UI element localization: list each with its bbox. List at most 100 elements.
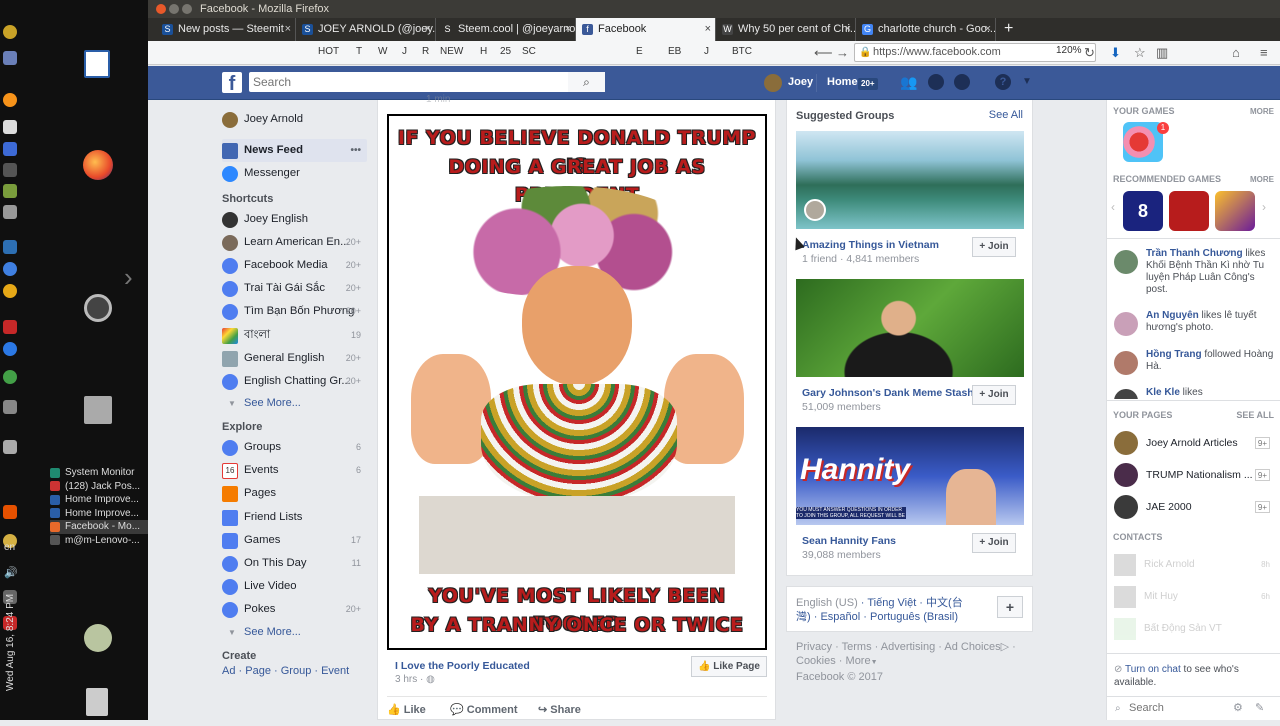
page-item[interactable]: JAE 2000 9+ — [1114, 494, 1274, 520]
bookmark-item[interactable]: 25 — [500, 46, 511, 57]
bookmark-item[interactable]: BTC — [732, 46, 752, 57]
shortcut-item[interactable]: General English 20+ — [222, 347, 367, 370]
compose-icon[interactable]: ✎ — [1255, 701, 1264, 714]
download-icon[interactable]: ⬇ — [1110, 45, 1121, 61]
see-all-pages-link[interactable]: SEE ALL — [1236, 410, 1274, 420]
launcher-app-icon[interactable] — [3, 400, 17, 414]
join-button[interactable]: + Join — [972, 237, 1016, 257]
close-icon[interactable]: × — [565, 18, 571, 41]
launcher-app-icon[interactable] — [3, 163, 17, 177]
explore-item-games[interactable]: Games 17 — [222, 529, 367, 552]
page-name-link[interactable]: I Love the Poorly Educated — [395, 660, 530, 672]
window-list-item[interactable]: System Monitor — [50, 466, 148, 480]
minimize-window-button[interactable] — [169, 4, 179, 14]
keyboard-language[interactable]: en — [4, 542, 15, 553]
close-icon[interactable]: × — [845, 18, 851, 41]
nav-messenger[interactable]: Messenger — [222, 162, 367, 185]
create-event-link[interactable]: Event — [321, 665, 349, 677]
bookmark-item[interactable]: R — [422, 46, 429, 57]
contact-item[interactable]: Rick Arnold 8h — [1114, 552, 1274, 578]
launcher-app-icon[interactable] — [3, 284, 17, 298]
window-list-item[interactable]: m@m-Lenovo-... — [50, 534, 148, 548]
back-icon[interactable]: ⟵ — [814, 45, 833, 61]
ticker-user[interactable]: An Nguyên — [1146, 310, 1199, 321]
ticker-story[interactable]: An Nguyên likes lê tuyết hương's photo. — [1114, 310, 1274, 336]
comment-button[interactable]: 💬 Comment — [450, 703, 518, 716]
footer-link[interactable]: More — [846, 655, 871, 667]
window-list-item[interactable]: (128) Jack Pos... — [50, 480, 148, 494]
close-icon[interactable]: × — [705, 18, 711, 41]
help-icon[interactable]: ? — [995, 74, 1011, 90]
footer-link[interactable]: Privacy — [796, 641, 832, 653]
chevron-left-icon[interactable]: ‹ — [1111, 200, 1115, 214]
ticker-story[interactable]: Hồng Trang followed Hoàng Hà. — [1114, 349, 1274, 375]
hero-game-icon[interactable] — [1215, 191, 1255, 231]
language-link[interactable]: Español — [820, 611, 860, 623]
bookmark-item[interactable]: J — [704, 46, 709, 57]
see-more-shortcuts[interactable]: ▼ See More... — [222, 393, 367, 414]
trash-icon[interactable] — [86, 688, 108, 716]
facebook-logo-icon[interactable]: f — [222, 72, 242, 95]
launcher-app-icon[interactable] — [3, 240, 17, 254]
page-item[interactable]: Joey Arnold Articles 9+ — [1114, 430, 1274, 456]
window-list-item[interactable]: Home Improve... — [50, 493, 148, 507]
footer-link[interactable]: Cookies — [796, 655, 836, 667]
shortcut-item[interactable]: Tìm Bạn Bốn Phương 20+ — [222, 300, 367, 323]
contact-item[interactable]: Bất Động Sản VT — [1114, 616, 1274, 642]
contact-item[interactable]: Mit Huy 6h — [1114, 584, 1274, 610]
launcher-app-icon[interactable] — [3, 184, 17, 198]
launcher-app-icon[interactable] — [3, 120, 17, 134]
suggested-group-item[interactable]: Hannity YOU MUST ANSWER QUESTIONS IN ORD… — [796, 427, 1024, 561]
volume-icon[interactable]: 🔊 — [4, 566, 18, 579]
create-group-link[interactable]: Group — [281, 665, 312, 677]
ticker-story[interactable]: Kle Kle likes — [1114, 387, 1274, 399]
tab-steemit[interactable]: S New posts — Steemit × — [156, 18, 296, 41]
shortcut-item[interactable]: Facebook Media 20+ — [222, 254, 367, 277]
clock[interactable]: Wed Aug 16, 8:24 PM — [5, 594, 17, 691]
bookmark-item[interactable]: EB — [668, 46, 681, 57]
shortcut-item[interactable]: Trai Tài Gái Sắc 20+ — [222, 277, 367, 300]
launcher-app-icon[interactable] — [3, 25, 17, 39]
launcher-app-icon[interactable] — [3, 320, 17, 334]
ubuntu-icon[interactable] — [84, 294, 112, 322]
bookmark-item[interactable]: T — [356, 46, 362, 57]
shortcut-item[interactable]: Joey English — [222, 208, 367, 231]
more-recommended-link[interactable]: MORE — [1250, 175, 1274, 184]
turn-on-chat-link[interactable]: Turn on chat — [1125, 664, 1181, 675]
bookmark-item[interactable]: SC — [522, 46, 536, 57]
explore-item-friend-lists[interactable]: Friend Lists — [222, 506, 367, 529]
tab-steem-cool[interactable]: S Steem.cool | @joeyarnold...× — [436, 18, 576, 41]
ticker-user[interactable]: Kle Kle — [1146, 387, 1180, 398]
explore-item-pokes[interactable]: Pokes 20+ — [222, 598, 367, 621]
like-page-button[interactable]: 👍 Like Page — [691, 656, 767, 677]
language-link[interactable]: Tiếng Việt — [867, 597, 916, 609]
bookmark-item[interactable]: H — [480, 46, 487, 57]
launcher-app-icon[interactable] — [3, 440, 17, 454]
avatar[interactable] — [764, 74, 782, 92]
notifications-globe-icon[interactable] — [954, 74, 970, 90]
menu-icon[interactable]: ≡ — [1260, 45, 1268, 60]
see-more-explore[interactable]: ▼ See More... — [222, 622, 367, 643]
close-window-button[interactable] — [156, 4, 166, 14]
bookmark-item[interactable]: NEW — [440, 46, 463, 57]
reload-icon[interactable]: ↻ — [1084, 45, 1095, 61]
tab-joey-arnold[interactable]: S JOEY ARNOLD (@joey... × — [296, 18, 436, 41]
bookmark-item[interactable]: J — [402, 46, 407, 57]
shortcut-item[interactable]: Learn American En... 20+ — [222, 231, 367, 254]
launcher-app-icon[interactable] — [3, 342, 17, 356]
bookmark-star-icon[interactable]: ☆ — [1134, 45, 1146, 61]
footer-link[interactable]: Advertising — [881, 641, 935, 653]
document-icon[interactable] — [84, 50, 110, 78]
footer-link[interactable]: Ad Choices — [944, 641, 1000, 653]
add-language-button[interactable]: + — [997, 596, 1023, 618]
friend-requests-icon[interactable]: 👥 — [900, 74, 917, 91]
chevron-right-icon[interactable]: › — [1262, 200, 1266, 214]
bookmark-item[interactable]: HOT — [318, 46, 339, 57]
explore-item-on-this-day[interactable]: On This Day 11 — [222, 552, 367, 575]
more-games-link[interactable]: MORE — [1250, 107, 1274, 116]
launcher-app-icon[interactable] — [3, 51, 17, 65]
like-button[interactable]: 👍 Like — [387, 703, 426, 716]
chat-search-input[interactable] — [1129, 700, 1229, 716]
ticker-story[interactable]: Trần Thanh Chương likes Khối Bệnh Thần K… — [1114, 248, 1274, 296]
explore-item-pages[interactable]: Pages — [222, 482, 367, 505]
